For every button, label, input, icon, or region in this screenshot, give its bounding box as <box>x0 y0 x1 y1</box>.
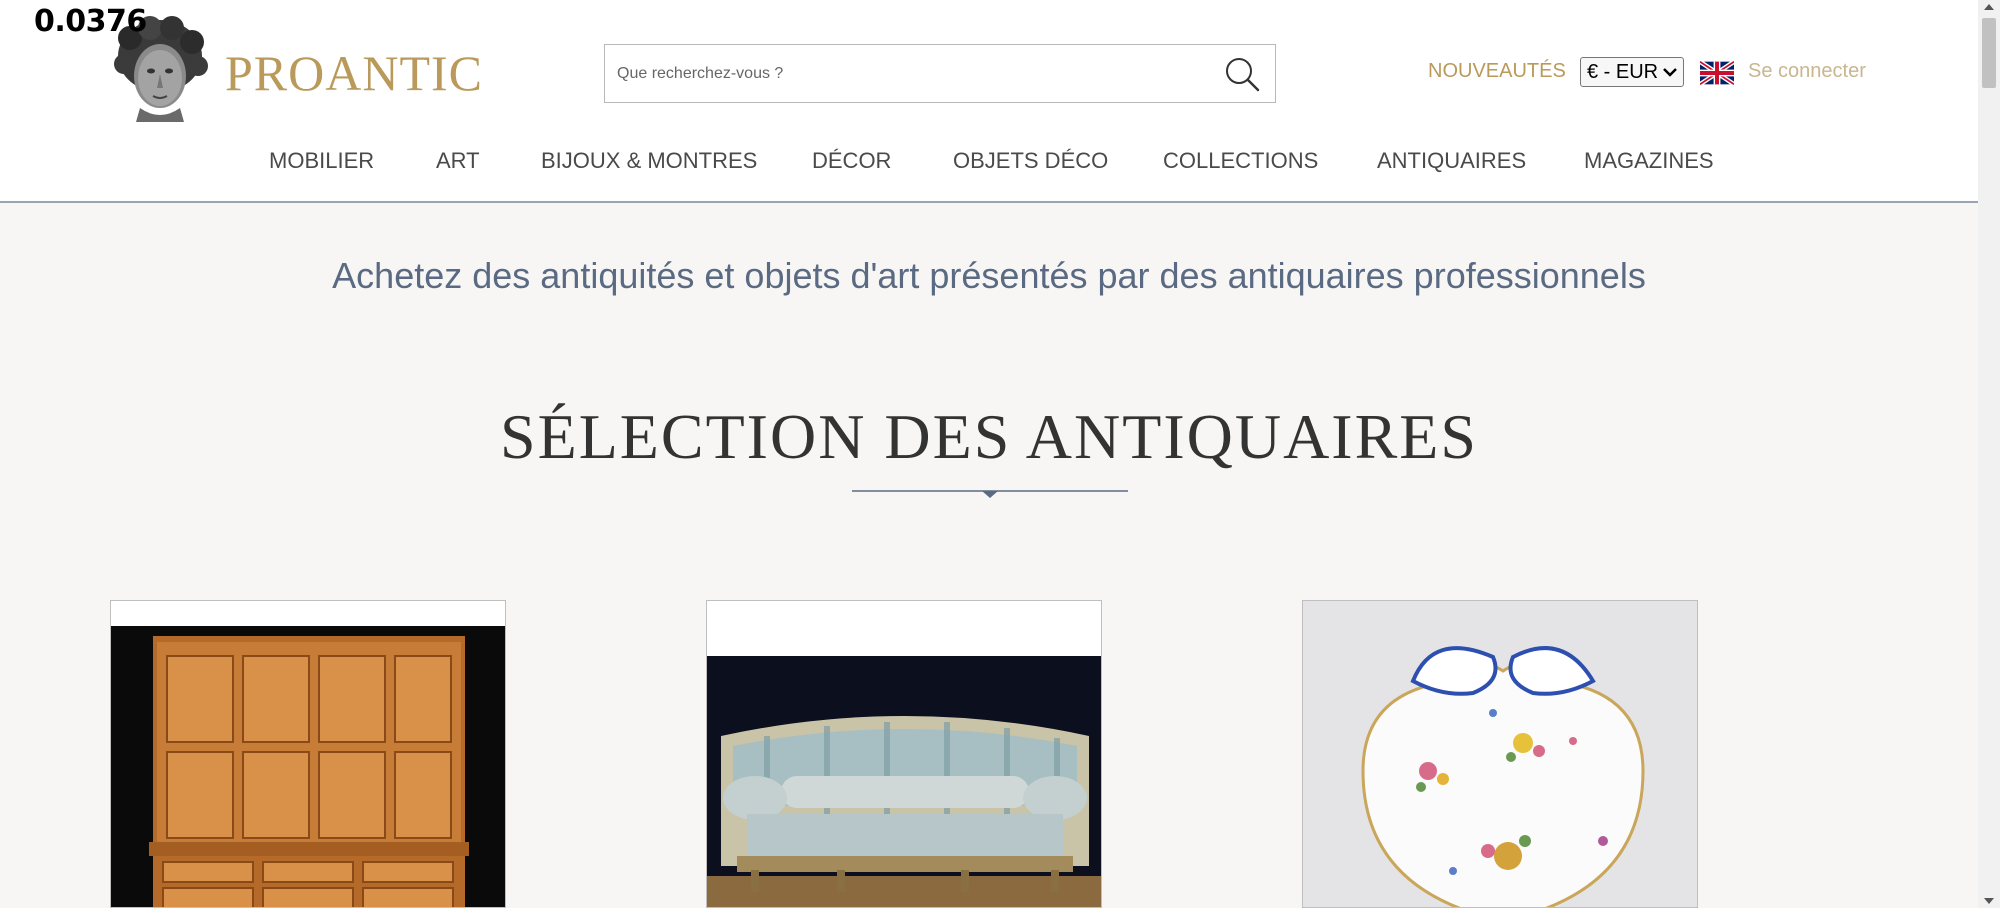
product-image-cabinet[interactable] <box>111 626 505 907</box>
main-nav: MOBILIER ART BIJOUX & MONTRES DÉCOR OBJE… <box>0 148 1978 188</box>
product-card-sofa[interactable] <box>706 600 1102 908</box>
nav-item-magazines[interactable]: MAGAZINES <box>1584 148 1714 174</box>
nav-item-bijoux-montres[interactable]: BIJOUX & MONTRES <box>541 148 757 174</box>
nav-item-collections[interactable]: COLLECTIONS <box>1163 148 1318 174</box>
product-card-dish[interactable] <box>1302 600 1698 908</box>
product-card-cabinet[interactable] <box>110 600 506 908</box>
scroll-up-icon[interactable] <box>1984 4 1994 10</box>
tagline: Achetez des antiquités et objets d'art p… <box>332 255 1646 296</box>
nav-item-mobilier[interactable]: MOBILIER <box>269 148 374 174</box>
uk-flag-icon[interactable] <box>1698 59 1736 87</box>
search-box <box>604 44 1276 103</box>
title-divider <box>852 488 1128 500</box>
page-scrollbar[interactable] <box>1978 0 2000 908</box>
nav-item-decor[interactable]: DÉCOR <box>812 148 891 174</box>
product-image-sofa[interactable] <box>707 656 1101 907</box>
nouveautes-link[interactable]: NOUVEAUTÉS <box>1428 60 1566 83</box>
chevron-down-icon <box>1663 64 1677 80</box>
product-image-dish[interactable] <box>1303 601 1697 907</box>
nav-item-objets-deco[interactable]: OBJETS DÉCO <box>953 148 1108 174</box>
search-icon[interactable] <box>1223 55 1261 93</box>
scrollbar-thumb[interactable] <box>1982 18 1996 88</box>
overlay-number: 0.0376 <box>34 4 147 39</box>
site-header: PROANTIC NOUVEAUTÉS € - EUR Se connecter… <box>0 0 1978 203</box>
search-input[interactable] <box>605 45 1205 102</box>
nav-item-art[interactable]: ART <box>436 148 480 174</box>
brand-name[interactable]: PROANTIC <box>225 44 483 102</box>
currency-select[interactable]: € - EUR <box>1580 57 1684 87</box>
section-title: SÉLECTION DES ANTIQUAIRES <box>500 401 1478 472</box>
login-link[interactable]: Se connecter <box>1748 60 1866 83</box>
nav-item-antiquaires[interactable]: ANTIQUAIRES <box>1377 148 1526 174</box>
currency-value: € - EUR <box>1587 60 1659 83</box>
scroll-down-icon[interactable] <box>1984 898 1994 904</box>
